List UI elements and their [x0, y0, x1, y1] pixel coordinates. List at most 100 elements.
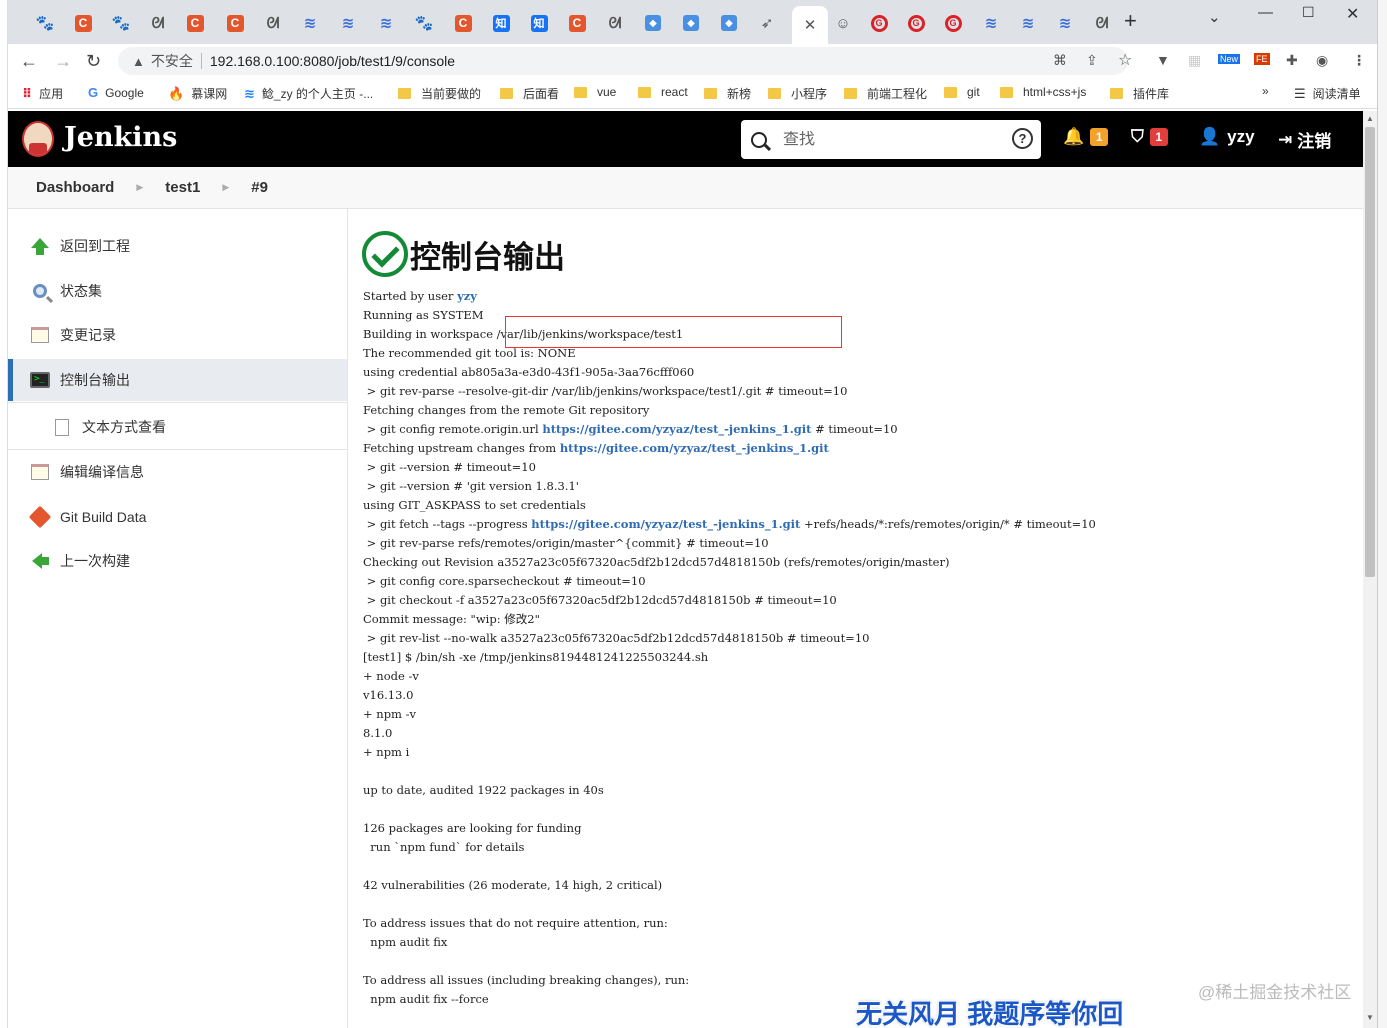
browser-tab[interactable]: ≋ [335, 10, 361, 36]
bookmark-item[interactable]: 🔥 慕课网 [168, 85, 227, 102]
breadcrumb-build[interactable]: #9 [251, 179, 268, 196]
sidebar-item-status[interactable]: 状态集 [8, 270, 347, 312]
scrollbar-thumb[interactable] [1365, 127, 1375, 577]
translate-icon[interactable]: ⌘ [1053, 52, 1067, 69]
bookmark-item[interactable]: 插件库 [1110, 85, 1169, 102]
extension-icon[interactable]: ▦ [1188, 52, 1201, 69]
notifications-button[interactable]: 🔔 1 [1063, 127, 1109, 147]
browser-tab[interactable]: ◆ [716, 10, 742, 36]
browser-tab[interactable]: ≋ [373, 10, 399, 36]
repo-link[interactable]: https://gitee.com/yzyaz/test_-jenkins_1.… [531, 517, 800, 531]
repo-link[interactable]: https://gitee.com/yzyaz/test_-jenkins_1.… [542, 422, 811, 436]
console-line: > git config core.sparsecheckout # timeo… [363, 574, 646, 588]
brand-title[interactable]: Jenkins [64, 122, 177, 153]
search-input[interactable] [783, 130, 993, 149]
bookmark-item[interactable]: vue [574, 85, 616, 99]
browser-tab[interactable]: C [70, 10, 96, 36]
browser-tab[interactable]: ✕ [792, 6, 828, 44]
browser-tab[interactable]: C [182, 10, 208, 36]
user-link[interactable]: 👤 yzy [1199, 127, 1255, 147]
jenkins-header: Jenkins ? 🔔 1 ⛉ 1 👤 yzy ⇥ 注销 [8, 111, 1363, 167]
bookmark-item[interactable]: 当前要做的 [398, 85, 481, 102]
bookmark-item[interactable]: 前端工程化 [844, 85, 927, 102]
browser-tab[interactable]: ᘛ [145, 10, 171, 36]
browser-tab[interactable]: ≋ [297, 10, 323, 36]
bookmark-label: git [967, 85, 980, 99]
sidebar-item-previous-build[interactable]: 上一次构建 [8, 540, 347, 582]
bookmark-label: react [661, 85, 688, 99]
search-box[interactable]: ? [741, 120, 1041, 159]
sidebar-item-git-build-data[interactable]: Git Build Data [8, 496, 347, 538]
repo-link[interactable]: https://gitee.com/yzyaz/test_-jenkins_1.… [560, 441, 829, 455]
browser-tab[interactable]: C [564, 10, 590, 36]
reload-icon[interactable]: ↻ [86, 51, 101, 72]
bookmark-item[interactable]: 后面看 [500, 85, 559, 102]
help-icon[interactable]: ? [1012, 128, 1033, 149]
browser-tab[interactable]: ☺ [830, 10, 856, 36]
reading-list[interactable]: ☰ 阅读清单 [1294, 85, 1361, 102]
bookmark-item[interactable]: ⠿ 应用 [22, 85, 63, 102]
browser-tab[interactable]: C [450, 10, 476, 36]
bookmarks-more-icon[interactable]: » [1262, 84, 1269, 98]
vue-devtools-icon[interactable]: ▼ [1156, 52, 1170, 68]
minimize-icon[interactable]: — [1258, 4, 1273, 21]
fe-extension-icon[interactable]: FE [1254, 53, 1270, 65]
browser-tab[interactable]: G [903, 10, 929, 36]
browser-tab[interactable]: 知 [526, 10, 552, 36]
browser-tab[interactable]: ≋ [978, 10, 1004, 36]
browser-tab[interactable]: ᘛ [602, 10, 628, 36]
logout-link[interactable]: ⇥ 注销 [1278, 127, 1331, 152]
sidebar-item-plain-text[interactable]: 文本方式查看 [8, 406, 347, 448]
page-scrollbar[interactable]: ▲ ▼ [1363, 111, 1377, 1028]
bookmark-item[interactable]: 新榜 [704, 85, 751, 102]
browser-tab[interactable]: 知 [488, 10, 514, 36]
share-icon[interactable]: ⇪ [1086, 52, 1098, 69]
menu-icon[interactable]: ⋮ [1352, 52, 1366, 69]
sidebar-item-changes[interactable]: 变更记录 [8, 314, 347, 356]
bookmark-item[interactable]: react [638, 85, 688, 99]
security-button[interactable]: ⛉ 1 [1131, 127, 1168, 147]
bookmark-item[interactable]: G Google [88, 85, 144, 100]
new-tab-button[interactable]: + [1124, 8, 1137, 34]
browser-tab[interactable]: 🐾 [411, 10, 437, 36]
browser-tab[interactable]: 🐾 [32, 10, 58, 36]
address-bar[interactable]: ▲ 不安全 192.168.0.100:8080/job/test1/9/con… [118, 47, 1132, 75]
breadcrumb-dashboard[interactable]: Dashboard [36, 179, 114, 196]
maximize-icon[interactable]: ☐ [1302, 4, 1315, 21]
sidebar-item-edit-build-info[interactable]: 编辑编译信息 [8, 451, 347, 493]
url-text[interactable]: 192.168.0.100:8080/job/test1/9/console [210, 53, 455, 69]
jenkins-logo-icon[interactable] [22, 121, 54, 157]
forward-icon[interactable]: → [54, 51, 72, 72]
browser-tab[interactable]: ➶ [754, 10, 780, 36]
csdn-icon: C [454, 14, 472, 32]
breadcrumb-job[interactable]: test1 [165, 179, 200, 196]
browser-tab[interactable]: ≋ [1052, 10, 1078, 36]
browser-tab[interactable]: ◆ [640, 10, 666, 36]
browser-tab[interactable]: 🐾 [108, 10, 134, 36]
bell-icon: 🔔 [1063, 127, 1085, 146]
browser-tab[interactable]: ᘛ [260, 10, 286, 36]
profile-icon[interactable]: ◉ [1316, 52, 1328, 69]
window-close-icon[interactable]: ✕ [1346, 4, 1359, 24]
browser-tab[interactable]: ᘛ [1089, 10, 1115, 36]
juejin-icon: ≋ [341, 15, 355, 32]
browser-tab[interactable]: G [866, 10, 892, 36]
browser-tab[interactable]: C [222, 10, 248, 36]
sidebar-item-back-to-project[interactable]: 返回到工程 [8, 225, 347, 267]
back-icon[interactable]: ← [20, 51, 38, 72]
scroll-up-icon[interactable]: ▲ [1366, 114, 1374, 123]
tab-search-icon[interactable]: ⌄ [1208, 8, 1221, 26]
bookmark-item[interactable]: html+css+js [1000, 85, 1086, 99]
puzzle-icon[interactable]: ✚ [1286, 52, 1298, 69]
browser-tab[interactable]: ≋ [1015, 10, 1041, 36]
browser-tab[interactable]: G [940, 10, 966, 36]
user-link[interactable]: yzy [457, 289, 477, 303]
sidebar-item-console-output[interactable]: >_ 控制台输出 [8, 359, 347, 401]
browser-tab[interactable]: ◆ [678, 10, 704, 36]
scroll-down-icon[interactable]: ▼ [1366, 1013, 1374, 1022]
bookmark-item[interactable]: 小程序 [768, 85, 827, 102]
bookmark-item[interactable]: ≋ 鲶_zy 的个人主页 -... [244, 85, 373, 102]
new-extension-icon[interactable]: New [1218, 54, 1241, 64]
bookmark-item[interactable]: git [944, 85, 980, 99]
bookmark-star-icon[interactable]: ☆ [1118, 50, 1132, 70]
